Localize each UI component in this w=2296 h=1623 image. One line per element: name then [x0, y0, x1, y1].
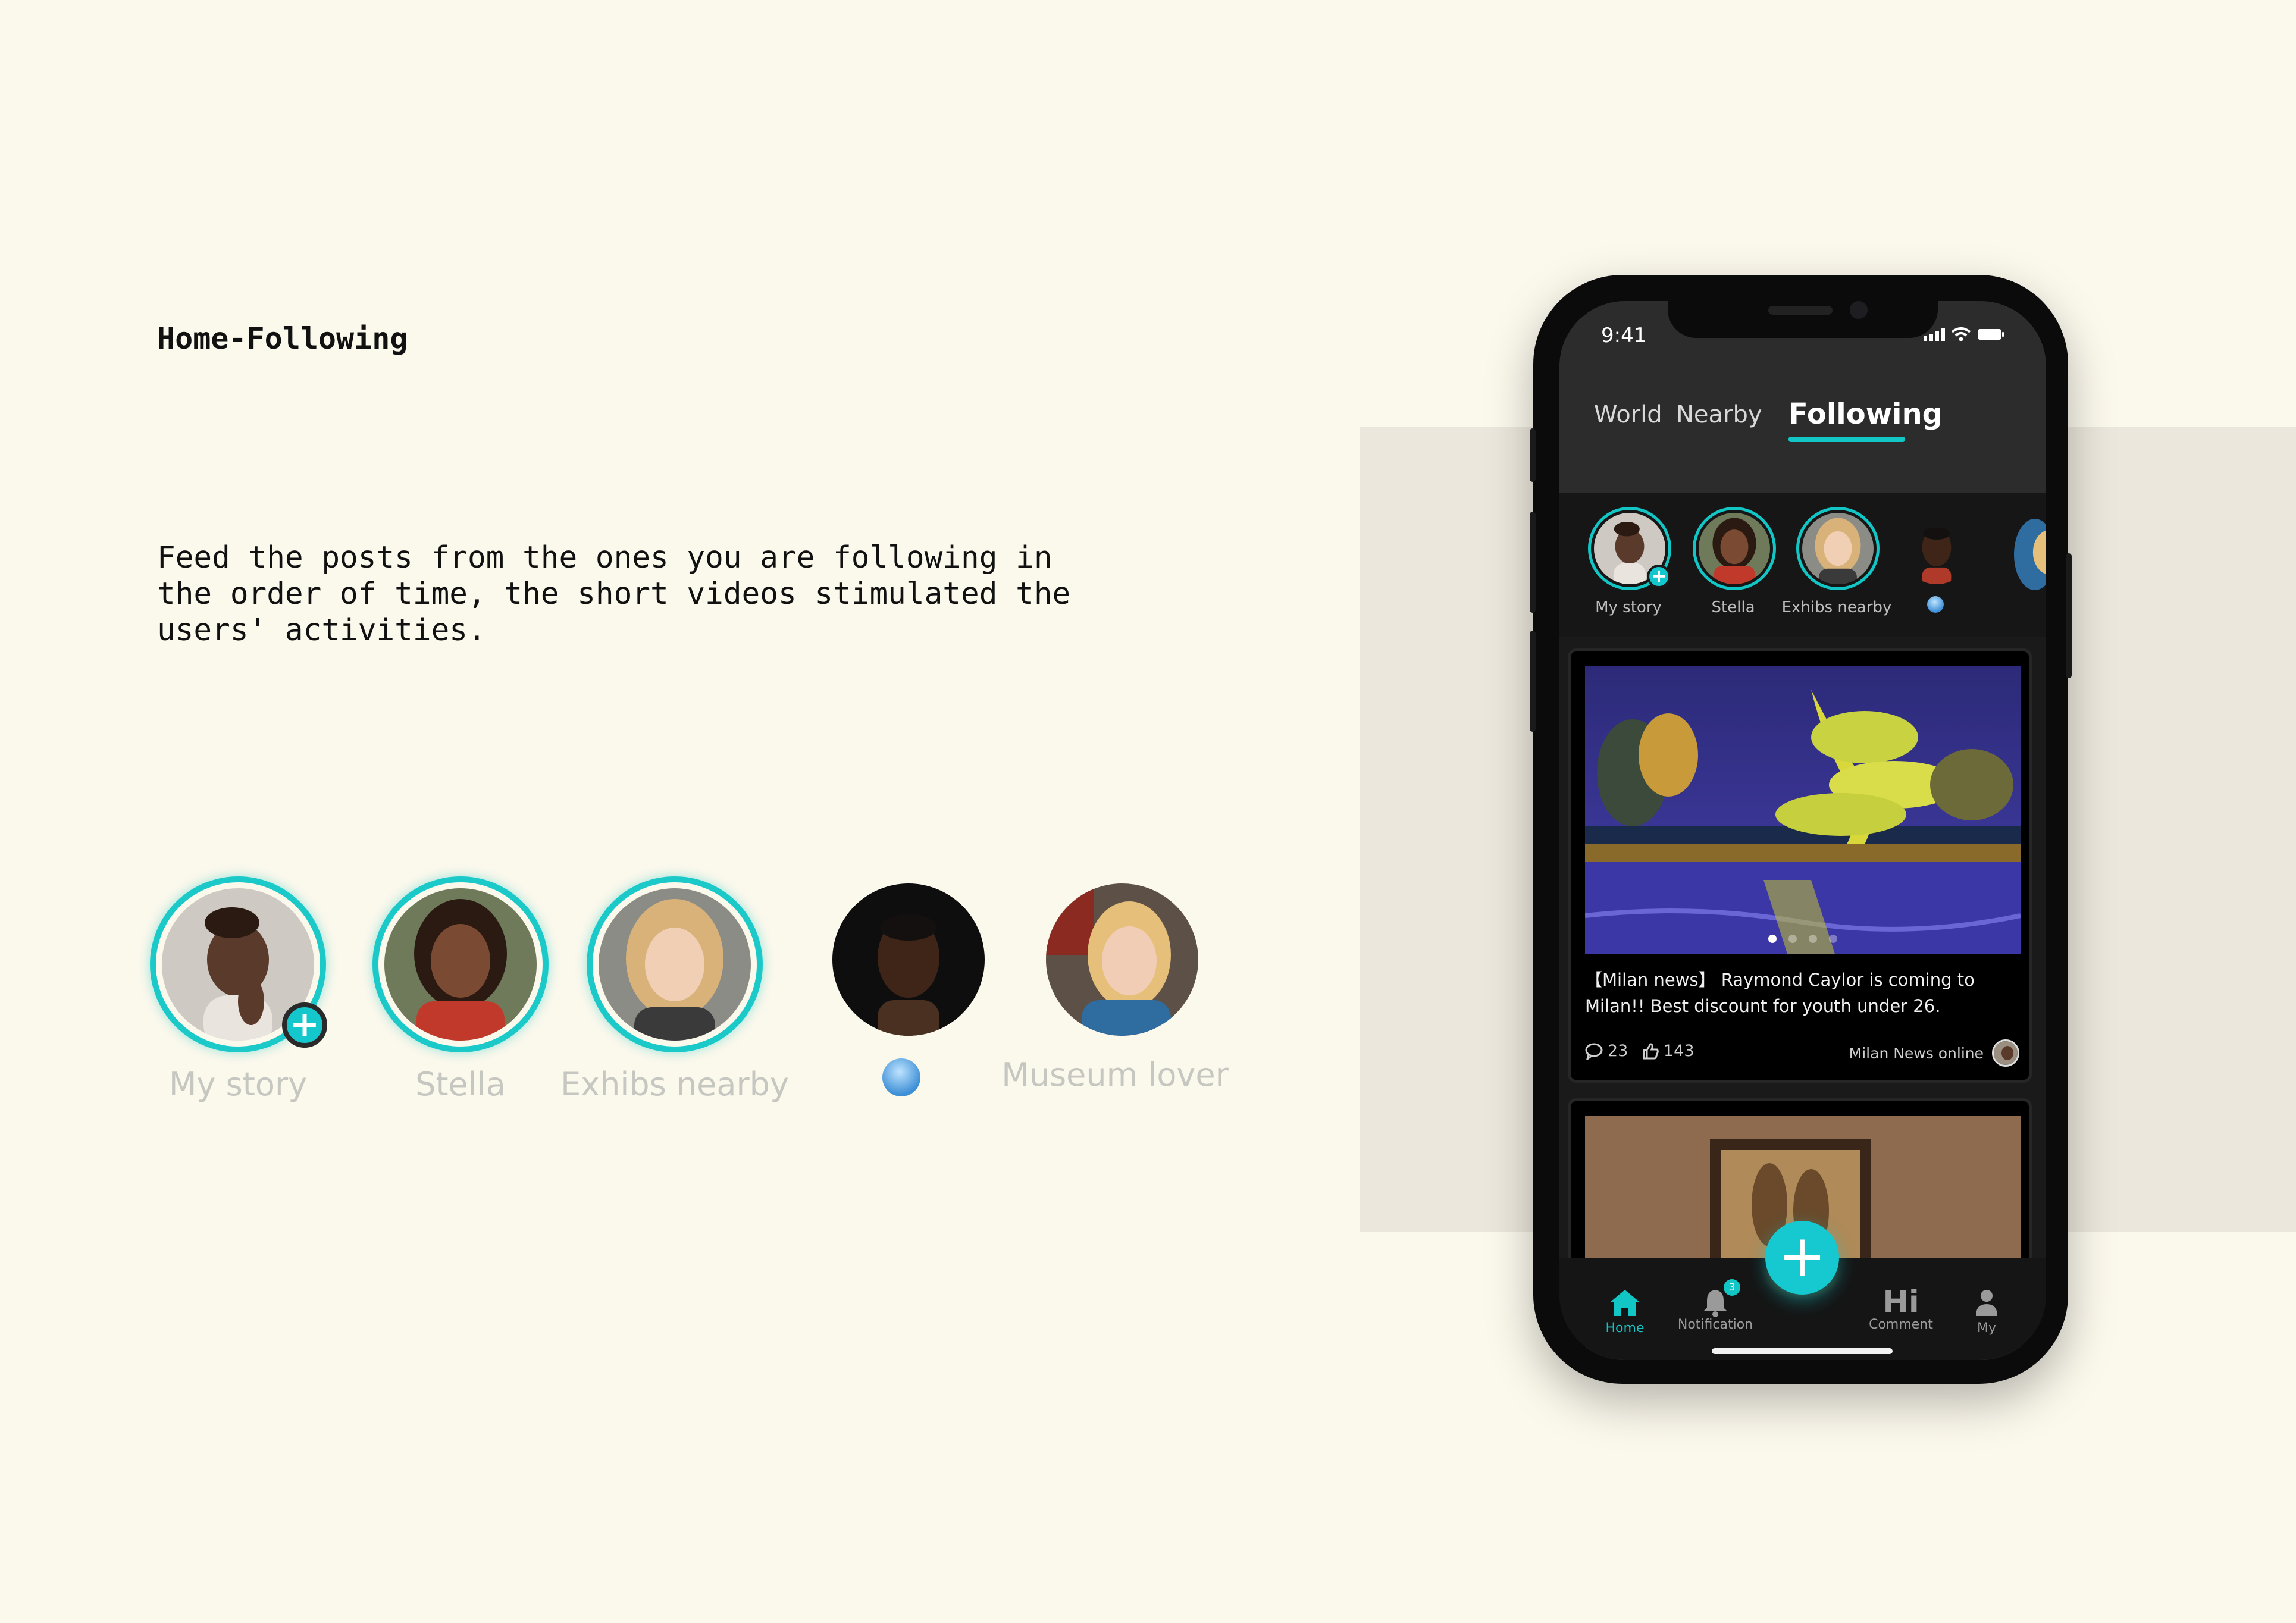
- story-label: Exhibs nearby: [1781, 599, 1892, 616]
- carousel-dot[interactable]: [1809, 935, 1817, 943]
- phone-button-volume-down: [1530, 631, 1536, 732]
- story-ring: [1796, 507, 1880, 590]
- story-stella[interactable]: Stella: [372, 876, 549, 1103]
- comment-count-value: 23: [1608, 1042, 1628, 1060]
- home-indicator: [1712, 1348, 1893, 1354]
- avatar: [384, 888, 537, 1041]
- story-ring: [372, 876, 549, 1052]
- notification-icon-wrap: 3: [1699, 1279, 1740, 1317]
- story-emoji[interactable]: [825, 876, 985, 1096]
- add-story-icon[interactable]: +: [1647, 565, 1671, 588]
- add-story-icon[interactable]: +: [282, 1002, 327, 1048]
- phone-speaker: [1768, 306, 1833, 315]
- person-icon: [1976, 1290, 1997, 1316]
- tab-notification-label: Notification: [1677, 1317, 1753, 1332]
- story-ring: [1693, 507, 1776, 590]
- story-label: Stella: [415, 1066, 506, 1103]
- like-count-value: 143: [1664, 1042, 1694, 1060]
- tab-notification[interactable]: 3 Notification: [1668, 1279, 1763, 1332]
- phone-button-mute: [1530, 428, 1536, 482]
- phone-button-volume-up: [1530, 512, 1536, 613]
- comment-icon: [1585, 1043, 1603, 1060]
- page-description: Feed the posts from the ones you are fol…: [157, 540, 1071, 648]
- mini-story-emoji[interactable]: [1895, 507, 1976, 613]
- avatar: [1699, 513, 1770, 584]
- mini-story-my-story[interactable]: + My story: [1588, 507, 1671, 616]
- emoji-icon: [882, 1058, 920, 1096]
- story-label: Exhibs nearby: [560, 1066, 789, 1103]
- create-post-button[interactable]: +: [1765, 1221, 1839, 1295]
- tab-home-label: Home: [1605, 1321, 1645, 1336]
- post-text: 【Milan news】 Raymond Caylor is coming to…: [1585, 970, 1975, 1016]
- carousel-dot[interactable]: [1788, 935, 1797, 943]
- post-source[interactable]: Milan News online: [1849, 1039, 2019, 1067]
- avatar: [599, 888, 751, 1041]
- avatar: [832, 883, 985, 1036]
- tab-underline: [1788, 437, 1905, 442]
- mini-story-stella[interactable]: Stella: [1693, 507, 1776, 616]
- tab-my[interactable]: My: [1939, 1287, 2034, 1336]
- wifi-icon: [1951, 327, 1971, 341]
- story-museum-lover[interactable]: Museum lover: [1001, 876, 1229, 1094]
- tab-comment-label: Comment: [1869, 1317, 1933, 1332]
- story-label: Museum lover: [1001, 1056, 1229, 1094]
- phone-camera: [1850, 301, 1868, 319]
- battery-icon: [1978, 329, 2004, 340]
- post-meta: 23 143 Milan News online: [1585, 1039, 2028, 1069]
- phone-button-power: [2066, 553, 2072, 678]
- story-ring: +: [1588, 507, 1671, 590]
- mini-story-exhibs-nearby[interactable]: Exhibs nearby: [1782, 507, 1891, 616]
- status-time: 9:41: [1601, 324, 1647, 347]
- story-ring: +: [150, 876, 327, 1052]
- carousel-dot[interactable]: [1829, 935, 1837, 943]
- thumbs-up-icon: [1643, 1042, 1659, 1059]
- story-ring: [1895, 507, 1978, 590]
- story-exhibs-nearby[interactable]: Exhibs nearby: [560, 876, 789, 1103]
- tab-nearby[interactable]: Nearby: [1676, 401, 1762, 428]
- tab-comment[interactable]: Hi Comment: [1853, 1287, 1949, 1332]
- phone-screen: 9:41 World Nearby Following + My story S…: [1559, 301, 2046, 1360]
- story-ring: [587, 876, 763, 1052]
- story-ring: [1039, 876, 1205, 1043]
- status-icons: [1924, 327, 2004, 341]
- home-icon: [1611, 1290, 1639, 1316]
- like-count[interactable]: 143: [1642, 1042, 1694, 1060]
- post-card[interactable]: 【Milan news】 Raymond Caylor is coming to…: [1568, 648, 2032, 1083]
- hi-icon: Hi: [1882, 1284, 1919, 1320]
- avatar: [1046, 883, 1198, 1036]
- tab-world[interactable]: World: [1594, 401, 1662, 428]
- source-name: Milan News online: [1849, 1044, 1984, 1062]
- tab-my-label: My: [1976, 1321, 1996, 1336]
- comment-count[interactable]: 23: [1585, 1042, 1628, 1060]
- tab-following[interactable]: Following: [1788, 397, 1943, 431]
- page-title: Home-Following: [157, 321, 408, 356]
- story-label: My story: [168, 1066, 308, 1103]
- carousel-dot-active[interactable]: [1768, 935, 1777, 943]
- notification-badge: 3: [1724, 1279, 1740, 1296]
- source-avatar: [1992, 1039, 2019, 1067]
- avatar: [1901, 513, 1972, 584]
- carousel-dots: [1585, 935, 2021, 943]
- story-my-story[interactable]: + My story: [150, 876, 327, 1103]
- story-ring: [825, 876, 992, 1043]
- avatar: [1802, 513, 1874, 584]
- tab-home[interactable]: Home: [1577, 1287, 1672, 1336]
- post-image[interactable]: [1585, 666, 2021, 954]
- emoji-icon: [1927, 596, 1944, 613]
